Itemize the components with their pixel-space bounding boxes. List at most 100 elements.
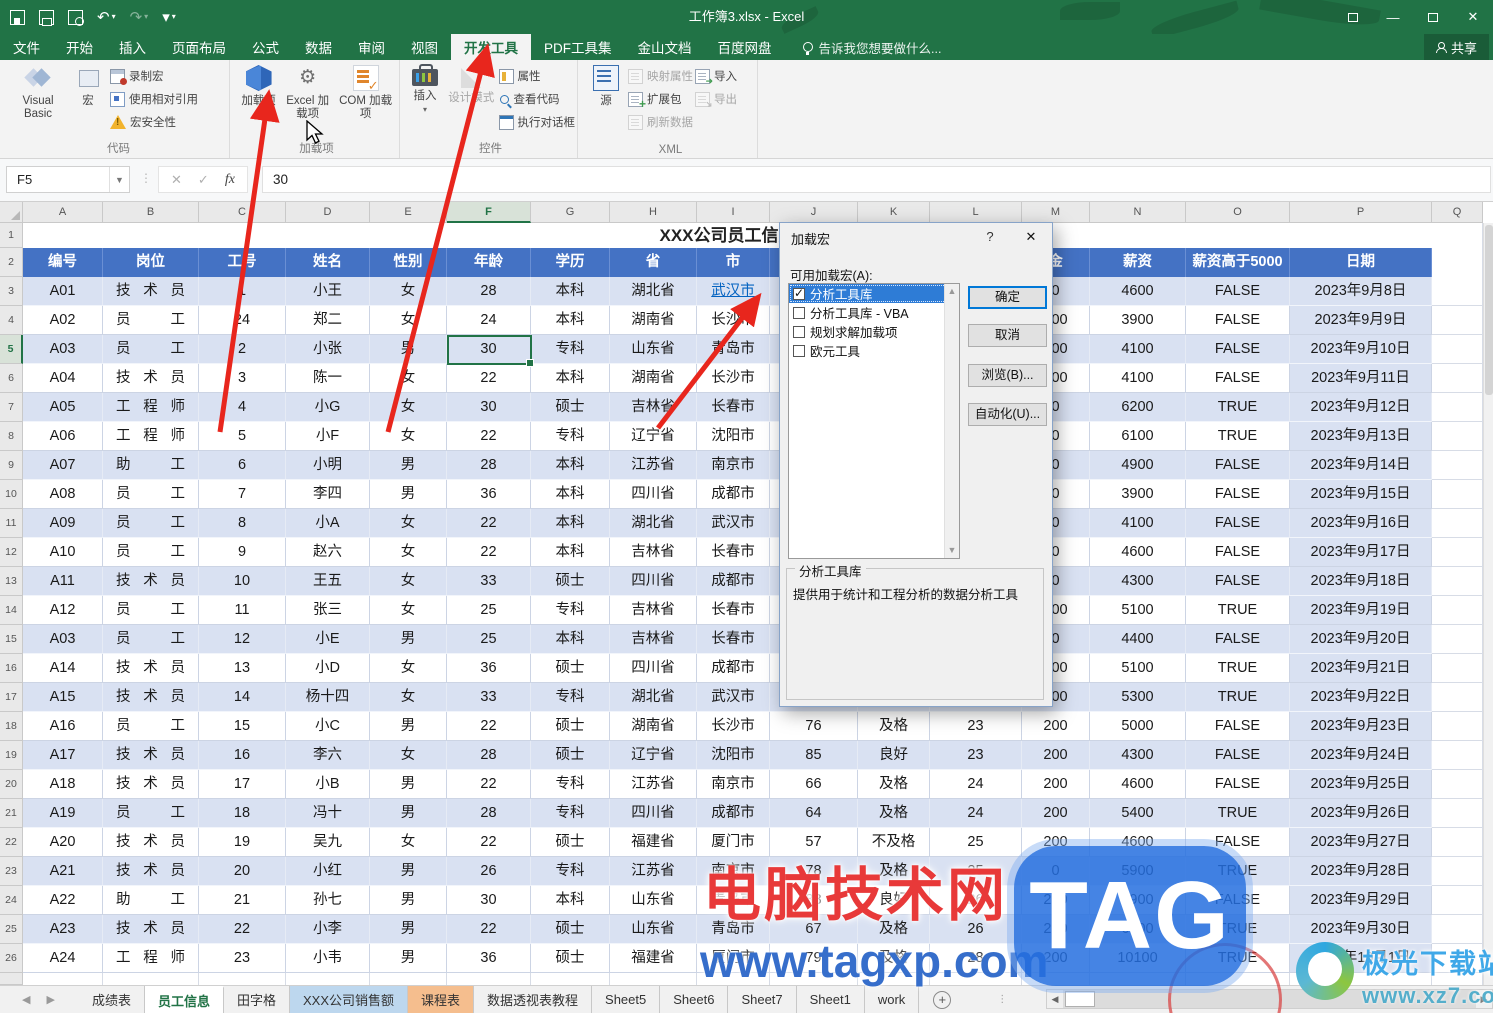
- cell[interactable]: 女: [370, 567, 447, 596]
- cell[interactable]: 本科: [531, 509, 610, 538]
- cell[interactable]: 4100: [1090, 364, 1186, 393]
- cell[interactable]: 22: [447, 509, 531, 538]
- cell[interactable]: 28: [447, 799, 531, 828]
- tab-审阅[interactable]: 审阅: [345, 34, 398, 60]
- cell[interactable]: 员工: [103, 480, 199, 509]
- cell[interactable]: 3: [199, 364, 286, 393]
- cell[interactable]: 200: [1022, 741, 1090, 770]
- sheet-nav-right-icon[interactable]: ▶: [46, 993, 54, 1006]
- cell[interactable]: 武汉市: [697, 277, 770, 306]
- cell[interactable]: 福建省: [610, 944, 697, 973]
- cell[interactable]: 吉林省: [610, 538, 697, 567]
- row-header-1[interactable]: 1: [0, 223, 23, 248]
- Visual Basic-button[interactable]: Visual Basic: [10, 62, 66, 140]
- cell[interactable]: 小红: [286, 857, 370, 886]
- cell[interactable]: 28: [447, 451, 531, 480]
- cell[interactable]: 5300: [1090, 683, 1186, 712]
- cell[interactable]: 长沙市: [697, 306, 770, 335]
- vertical-scrollbar-thumb[interactable]: [1485, 225, 1493, 395]
- cell[interactable]: 4100: [1090, 509, 1186, 538]
- cell[interactable]: 江苏省: [610, 451, 697, 480]
- row-header-15[interactable]: 15: [0, 625, 23, 654]
- cell[interactable]: A05: [23, 393, 103, 422]
- 加载项-button[interactable]: 加载项: [236, 62, 281, 140]
- cell[interactable]: FALSE: [1186, 741, 1290, 770]
- cell[interactable]: TRUE: [1186, 596, 1290, 625]
- cell[interactable]: 男: [370, 799, 447, 828]
- cell[interactable]: 5100: [1090, 654, 1186, 683]
- dialog-help-icon[interactable]: ?: [980, 229, 1000, 247]
- cell[interactable]: 6: [199, 451, 286, 480]
- cell[interactable]: 赵六: [286, 538, 370, 567]
- cell[interactable]: 硕士: [531, 712, 610, 741]
- cell[interactable]: 小F: [286, 422, 370, 451]
- 宏安全性-button[interactable]: 宏安全性: [110, 112, 198, 132]
- close-icon[interactable]: ✕: [1453, 0, 1493, 34]
- row-header-6[interactable]: 6: [0, 364, 23, 393]
- cell[interactable]: 李四: [286, 480, 370, 509]
- cell[interactable]: 200: [1022, 712, 1090, 741]
- cell[interactable]: 女: [370, 393, 447, 422]
- cell[interactable]: 专科: [531, 596, 610, 625]
- cell[interactable]: 江苏省: [610, 770, 697, 799]
- cell[interactable]: 女: [370, 654, 447, 683]
- cell[interactable]: 武汉市: [697, 683, 770, 712]
- cell[interactable]: 24: [930, 799, 1022, 828]
- header-cell-编号[interactable]: 编号: [23, 248, 103, 277]
- cell[interactable]: 11: [199, 596, 286, 625]
- cell[interactable]: FALSE: [1186, 306, 1290, 335]
- sheet-tab-Sheet5[interactable]: Sheet5: [592, 986, 661, 1013]
- cell[interactable]: 22: [447, 915, 531, 944]
- cell[interactable]: 硕士: [531, 393, 610, 422]
- cell[interactable]: 湖南省: [610, 364, 697, 393]
- cell[interactable]: 专科: [531, 422, 610, 451]
- sheet-title-cell[interactable]: XXX公司员工信息: [23, 223, 1432, 248]
- column-header-E[interactable]: E: [370, 202, 447, 223]
- cell[interactable]: 湖北省: [610, 683, 697, 712]
- cell[interactable]: 30: [447, 886, 531, 915]
- cell[interactable]: 吉林省: [610, 625, 697, 654]
- cell[interactable]: 女: [370, 277, 447, 306]
- cell[interactable]: 吉林省: [610, 393, 697, 422]
- 源-button[interactable]: 源: [586, 62, 626, 140]
- addin-item-分析工具库 - VBA[interactable]: 分析工具库 - VBA: [789, 303, 959, 322]
- cell[interactable]: 2023年9月29日: [1290, 886, 1432, 915]
- cell[interactable]: 女: [370, 364, 447, 393]
- cell[interactable]: 本科: [531, 364, 610, 393]
- cell[interactable]: 辽宁省: [610, 741, 697, 770]
- 插入-button[interactable]: 插入 ▾: [406, 62, 444, 140]
- cell[interactable]: 技术员: [103, 741, 199, 770]
- column-header-M[interactable]: M: [1022, 202, 1090, 223]
- vertical-scrollbar[interactable]: [1483, 223, 1493, 985]
- cell[interactable]: 4900: [1090, 451, 1186, 480]
- cell[interactable]: 4600: [1090, 770, 1186, 799]
- cell[interactable]: A03: [23, 625, 103, 654]
- cell[interactable]: 8: [199, 509, 286, 538]
- cell[interactable]: 25: [447, 625, 531, 654]
- cell[interactable]: 男: [370, 451, 447, 480]
- cell[interactable]: 26: [447, 857, 531, 886]
- cell[interactable]: 13: [199, 654, 286, 683]
- cell[interactable]: 2: [199, 335, 286, 364]
- sheet-tab-work[interactable]: work: [865, 986, 920, 1013]
- cell[interactable]: 本科: [531, 538, 610, 567]
- cell[interactable]: 女: [370, 422, 447, 451]
- cell[interactable]: 孙七: [286, 886, 370, 915]
- column-header-B[interactable]: B: [103, 202, 199, 223]
- cell[interactable]: 3900: [1090, 480, 1186, 509]
- cell[interactable]: 员工: [103, 538, 199, 567]
- cell[interactable]: 女: [370, 509, 447, 538]
- cell[interactable]: 85: [770, 741, 858, 770]
- column-header-H[interactable]: H: [610, 202, 697, 223]
- new-sheet-button[interactable]: +: [933, 986, 952, 1013]
- cell[interactable]: 员工: [103, 306, 199, 335]
- scroll-up-icon[interactable]: ▲: [945, 284, 959, 299]
- row-header-20[interactable]: 20: [0, 770, 23, 799]
- column-header-A[interactable]: A: [23, 202, 103, 223]
- header-cell-薪资高于5000[interactable]: 薪资高于5000: [1186, 248, 1290, 277]
- cell[interactable]: 技术员: [103, 828, 199, 857]
- column-header-L[interactable]: L: [930, 202, 1022, 223]
- cell[interactable]: A23: [23, 915, 103, 944]
- cell[interactable]: 2023年9月17日: [1290, 538, 1432, 567]
- cell[interactable]: 22: [199, 915, 286, 944]
